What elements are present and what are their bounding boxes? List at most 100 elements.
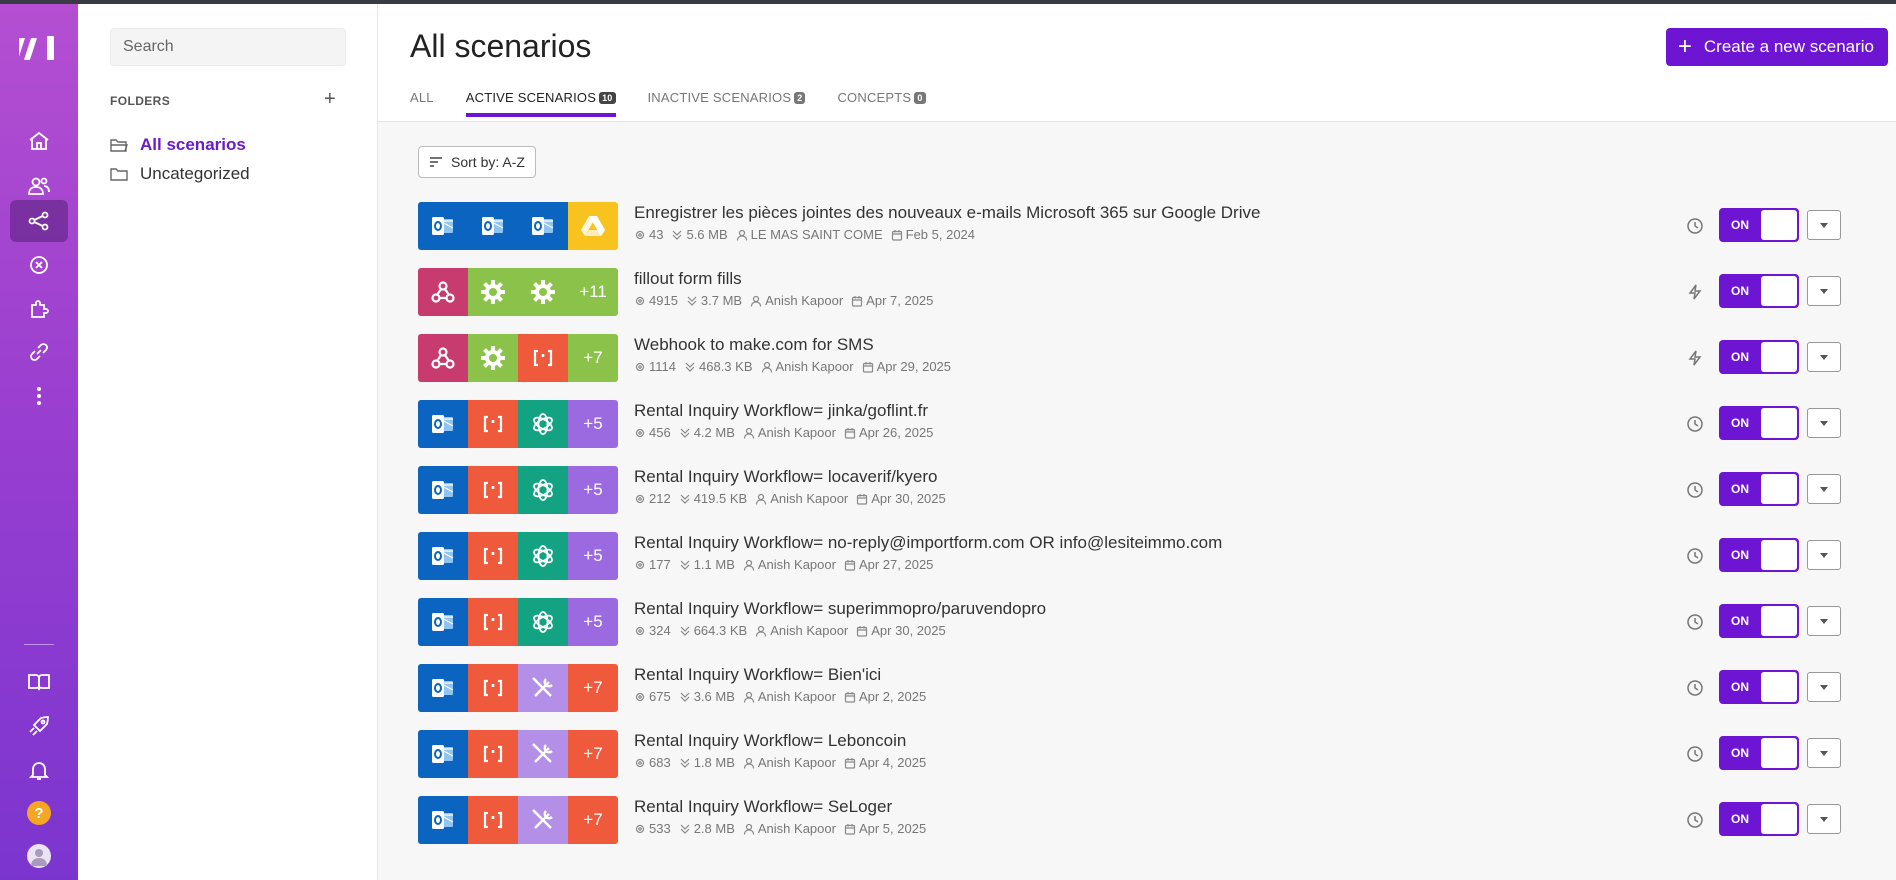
gear-icon — [468, 268, 518, 316]
schedule-clock-icon[interactable] — [1683, 610, 1707, 634]
scenario-toggle[interactable]: ON — [1719, 670, 1799, 704]
module-tiles[interactable]: +7 — [418, 796, 618, 844]
scenario-toggle[interactable]: ON — [1719, 802, 1799, 836]
scenario-row[interactable]: +5 Rental Inquiry Workflow= no-reply@impo… — [418, 532, 1846, 580]
schedule-clock-icon[interactable] — [1683, 478, 1707, 502]
scenario-menu-button[interactable] — [1807, 804, 1841, 834]
schedule-clock-icon[interactable] — [1683, 742, 1707, 766]
webhooks-icon[interactable] — [10, 331, 68, 373]
schedule-clock-icon[interactable] — [1683, 676, 1707, 700]
tab-count-badge: 2 — [794, 91, 806, 104]
apps-icon[interactable] — [10, 288, 68, 330]
scenario-name[interactable]: Rental Inquiry Workflow= no-reply@import… — [634, 533, 1222, 553]
module-tiles[interactable]: +7 — [418, 730, 618, 778]
scenario-toggle[interactable]: ON — [1719, 604, 1799, 638]
scenario-tabs: ALL ACTIVE SCENARIOS 10 INACTIVE SCENARI… — [410, 90, 926, 117]
scenario-row[interactable]: Enregistrer les pièces jointes des nouve… — [418, 202, 1846, 250]
scenario-name[interactable]: Webhook to make.com for SMS — [634, 335, 874, 355]
scenario-toggle[interactable]: ON — [1719, 472, 1799, 506]
make-logo-icon[interactable] — [12, 32, 59, 62]
operations: 675 — [634, 689, 671, 704]
sort-button[interactable]: Sort by: A-Z — [418, 146, 536, 178]
schedule-clock-icon[interactable] — [1683, 214, 1707, 238]
scenario-row[interactable]: +7 Rental Inquiry Workflow= SeLoger 533 2.8… — [418, 796, 1846, 844]
scenario-name[interactable]: Rental Inquiry Workflow= Bien'ici — [634, 665, 881, 685]
scenario-toggle[interactable]: ON — [1719, 406, 1799, 440]
scenario-menu-button[interactable] — [1807, 408, 1841, 438]
webhook-icon — [418, 268, 468, 316]
scenario-menu-button[interactable] — [1807, 276, 1841, 306]
folder-all-scenarios[interactable]: All scenarios — [110, 135, 246, 155]
scenario-row[interactable]: +7 Rental Inquiry Workflow= Bien'ici 675 3.… — [418, 664, 1846, 712]
create-scenario-button[interactable]: + Create a new scenario — [1665, 28, 1888, 66]
schedule-clock-icon[interactable] — [1683, 808, 1707, 832]
owner-value: Anish Kapoor — [757, 689, 836, 704]
scenario-row[interactable]: +5 Rental Inquiry Workflow= locaverif/kye… — [418, 466, 1846, 514]
home-icon[interactable] — [10, 120, 68, 162]
scenario-toggle[interactable]: ON — [1719, 736, 1799, 770]
module-tiles[interactable]: +5 — [418, 400, 618, 448]
scenario-menu-button[interactable] — [1807, 342, 1841, 372]
tab-all[interactable]: ALL — [410, 90, 434, 117]
instant-trigger-icon[interactable] — [1683, 280, 1707, 304]
scenario-name[interactable]: fillout form fills — [634, 269, 742, 289]
created-date-value: Apr 5, 2025 — [858, 821, 927, 836]
scenario-menu-button[interactable] — [1807, 540, 1841, 570]
tab-concepts[interactable]: CONCEPTS 0 — [837, 90, 926, 117]
owner-value: Anish Kapoor — [757, 821, 836, 836]
scenario-name[interactable]: Rental Inquiry Workflow= locaverif/kyero — [634, 467, 937, 487]
add-folder-button[interactable]: + — [324, 89, 336, 109]
module-tiles[interactable]: +5 — [418, 532, 618, 580]
scenario-toggle[interactable]: ON — [1719, 340, 1799, 374]
scenario-row[interactable]: +5 Rental Inquiry Workflow= superimmopro/… — [418, 598, 1846, 646]
connections-icon[interactable] — [10, 244, 68, 286]
scenario-row[interactable]: +7 Webhook to make.com for SMS 1114 468.3 K… — [418, 334, 1846, 382]
more-icon[interactable] — [10, 375, 68, 417]
launch-icon[interactable] — [10, 705, 68, 747]
tab-active-scenarios[interactable]: ACTIVE SCENARIOS 10 — [465, 90, 616, 117]
schedule-clock-icon[interactable] — [1683, 544, 1707, 568]
tab-inactive-scenarios[interactable]: INACTIVE SCENARIOS 2 — [648, 90, 806, 117]
scenario-menu-button[interactable] — [1807, 474, 1841, 504]
module-tiles[interactable]: +5 — [418, 466, 618, 514]
outlook-icon — [418, 664, 468, 712]
created-date-value: Apr 30, 2025 — [871, 491, 946, 506]
scenario-toggle[interactable]: ON — [1719, 538, 1799, 572]
folder-uncategorized[interactable]: Uncategorized — [110, 164, 250, 184]
module-tiles[interactable]: +11 — [418, 268, 618, 316]
module-tiles[interactable]: +7 — [418, 334, 618, 382]
scenario-menu-button[interactable] — [1807, 210, 1841, 240]
operations: 4915 — [634, 293, 678, 308]
scenario-toggle[interactable]: ON — [1719, 208, 1799, 242]
operations: 212 — [634, 491, 671, 506]
scenario-name[interactable]: Rental Inquiry Workflow= Leboncoin — [634, 731, 906, 751]
openai-icon — [518, 532, 568, 580]
scenario-row[interactable]: +7 Rental Inquiry Workflow= Leboncoin 683 1… — [418, 730, 1846, 778]
docs-icon[interactable] — [10, 661, 68, 703]
scenario-toggle[interactable]: ON — [1719, 274, 1799, 308]
search-input[interactable] — [110, 28, 346, 66]
scenario-row[interactable]: +5 Rental Inquiry Workflow= jinka/goflint… — [418, 400, 1846, 448]
operations: 683 — [634, 755, 671, 770]
scenario-menu-button[interactable] — [1807, 672, 1841, 702]
scenario-name[interactable]: Enregistrer les pièces jointes des nouve… — [634, 203, 1260, 223]
scenario-name[interactable]: Rental Inquiry Workflow= SeLoger — [634, 797, 892, 817]
scenario-menu-button[interactable] — [1807, 606, 1841, 636]
scenario-menu-button[interactable] — [1807, 738, 1841, 768]
scenario-row[interactable]: +11 fillout form fills 4915 3.7 MB Anish Kap… — [418, 268, 1846, 316]
module-tiles[interactable]: +7 — [418, 664, 618, 712]
json-icon — [468, 466, 518, 514]
avatar[interactable] — [10, 835, 68, 877]
chevron-down-icon — [1820, 486, 1828, 492]
help-icon[interactable]: ? — [10, 792, 68, 834]
scenario-name[interactable]: Rental Inquiry Workflow= jinka/goflint.f… — [634, 401, 928, 421]
schedule-clock-icon[interactable] — [1683, 412, 1707, 436]
instant-trigger-icon[interactable] — [1683, 346, 1707, 370]
toggle-knob — [1761, 804, 1797, 834]
folder-label: All scenarios — [140, 135, 246, 154]
module-tiles[interactable]: +5 — [418, 598, 618, 646]
scenarios-icon[interactable] — [10, 200, 68, 242]
module-tiles[interactable] — [418, 202, 618, 250]
bell-icon[interactable] — [10, 749, 68, 791]
scenario-name[interactable]: Rental Inquiry Workflow= superimmopro/pa… — [634, 599, 1046, 619]
